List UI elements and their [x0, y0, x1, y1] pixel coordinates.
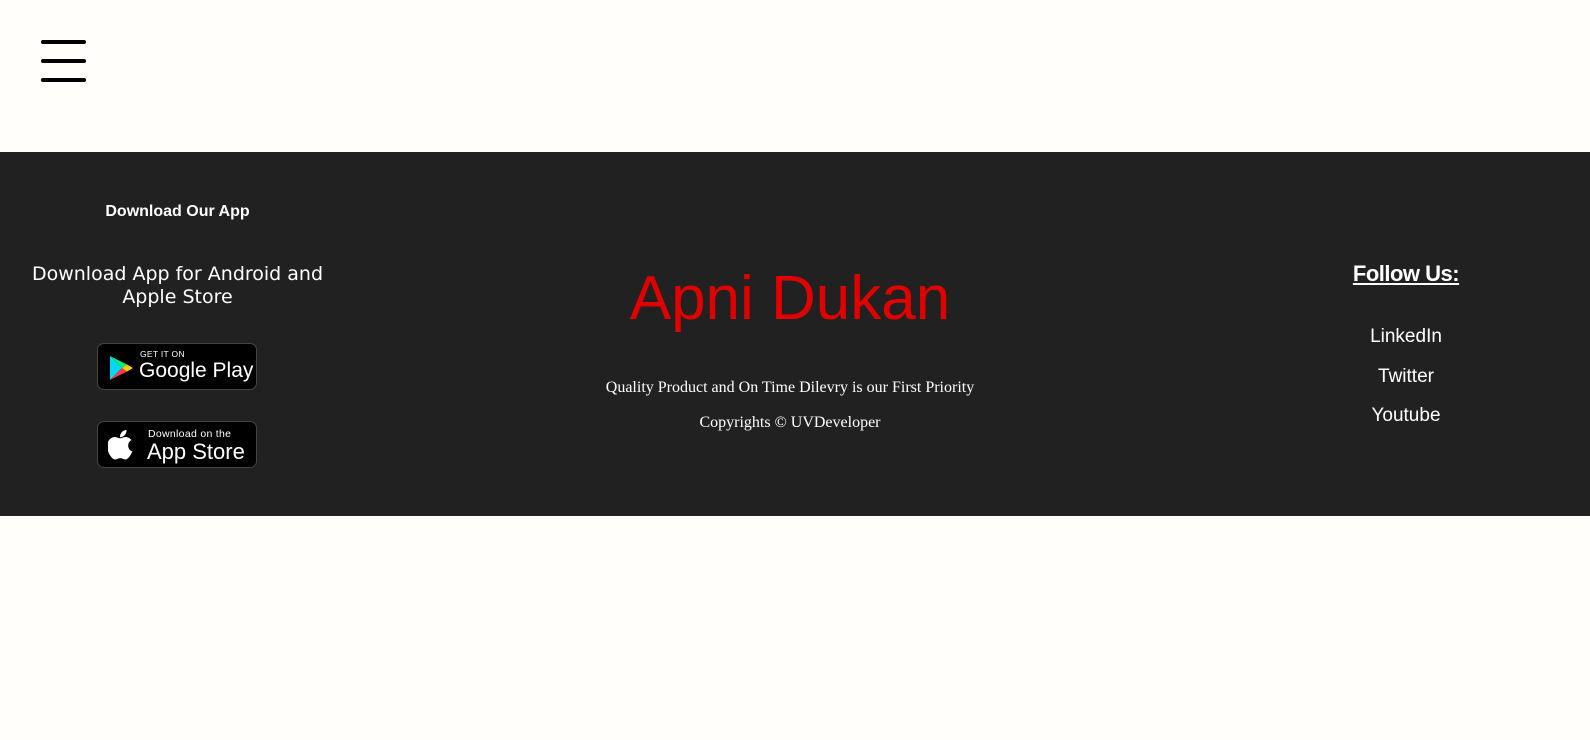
brand-name: Apni Dukan [629, 264, 951, 333]
brand-section: Apni Dukan Quality Product and On Time D… [580, 152, 1000, 516]
google-play-badge[interactable]: GET IT ON Google Play [97, 343, 257, 390]
follow-us-section: Follow Us: LinkedIn Twitter Youtube [1290, 152, 1522, 516]
youtube-link[interactable]: Youtube [1290, 405, 1522, 427]
follow-us-title: Follow Us: [1352, 261, 1460, 286]
download-app-section: Download Our App Download App for Androi… [0, 152, 355, 516]
hamburger-icon-bar [41, 78, 86, 82]
google-play-icon [110, 356, 133, 380]
hamburger-menu-button[interactable] [41, 40, 86, 82]
site-footer: Download Our App Download App for Androi… [0, 152, 1590, 516]
google-play-badge-small-text: GET IT ON [140, 349, 185, 359]
download-app-subtitle: Download App for Android and Apple Store [31, 263, 324, 308]
hamburger-icon [41, 40, 86, 44]
app-store-badge[interactable]: Download on the App Store [97, 421, 257, 468]
brand-tagline: Quality Product and On Time Dilevry is o… [605, 379, 975, 396]
hamburger-icon-bar [41, 59, 86, 63]
app-store-badge-text: App Store [147, 439, 245, 464]
linkedin-link[interactable]: LinkedIn [1290, 326, 1522, 348]
copyright-text: Copyrights © UVDeveloper [699, 414, 881, 431]
apple-icon [108, 430, 133, 460]
download-app-title: Download Our App [105, 203, 250, 220]
google-play-badge-text: Google Play [139, 359, 254, 382]
twitter-link[interactable]: Twitter [1290, 366, 1522, 388]
